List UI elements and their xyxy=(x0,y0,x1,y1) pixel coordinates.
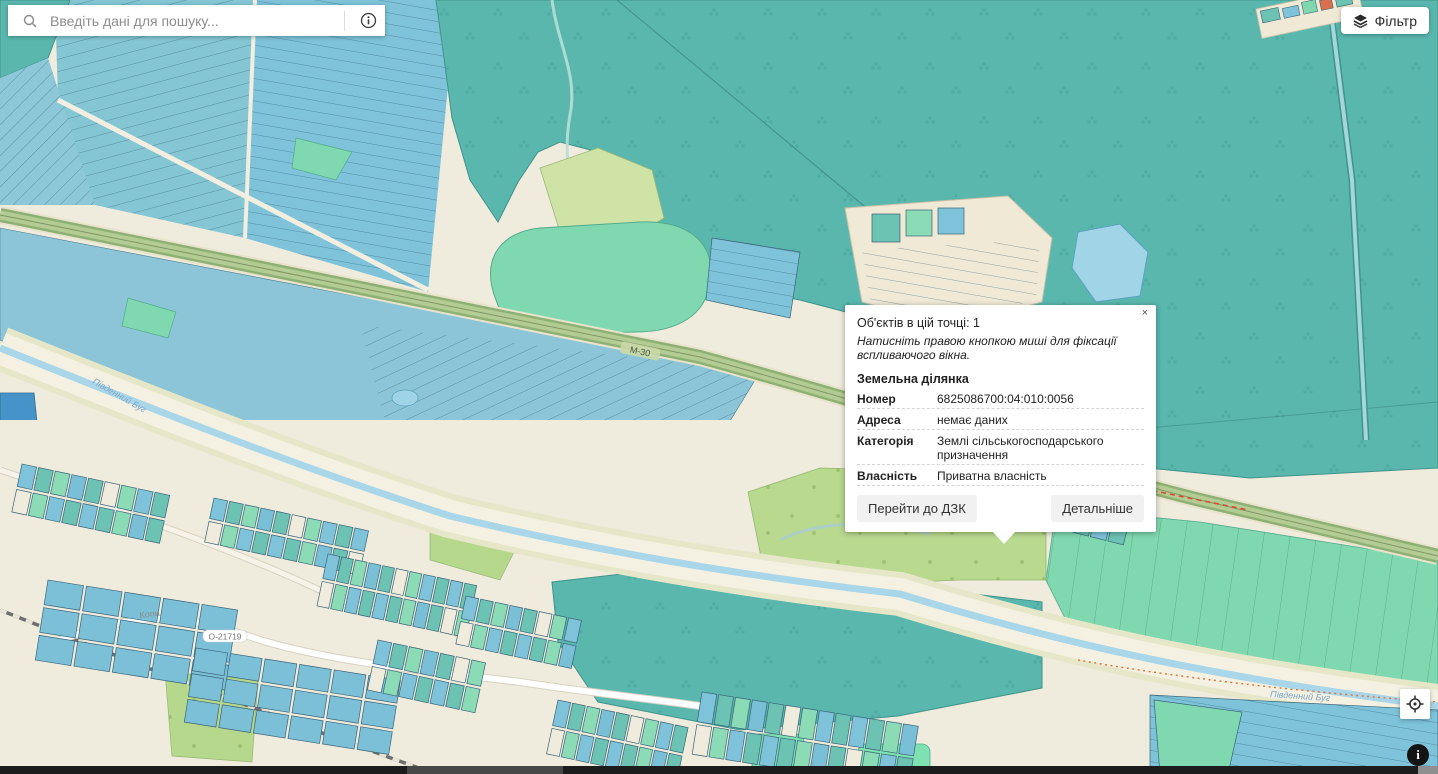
map-canvas[interactable]: М-30 Копи О-21719 Південний Буг Південни… xyxy=(0,0,1438,774)
parcel[interactable] xyxy=(331,670,366,698)
parcel[interactable] xyxy=(117,620,156,650)
field-label: Категорія xyxy=(857,434,937,462)
parcel[interactable] xyxy=(227,653,262,681)
layers-icon xyxy=(1353,14,1368,28)
search-divider xyxy=(344,11,345,31)
parcel[interactable] xyxy=(357,727,392,755)
search-bar xyxy=(8,5,385,36)
parcel[interactable] xyxy=(40,608,79,638)
parcel[interactable] xyxy=(112,648,151,678)
field-label: Адреса xyxy=(857,413,937,427)
parcel[interactable] xyxy=(253,710,288,738)
parcel[interactable] xyxy=(323,721,358,749)
field-row-address: Адреса немає даних xyxy=(857,409,1144,430)
info-icon xyxy=(360,12,377,29)
parcel[interactable] xyxy=(296,664,331,692)
parcel[interactable] xyxy=(78,614,117,644)
parcel[interactable] xyxy=(361,701,396,729)
parcel[interactable] xyxy=(288,716,323,744)
bottom-bar xyxy=(0,766,1438,774)
parcel[interactable] xyxy=(219,705,254,733)
details-button[interactable]: Детальніше xyxy=(1051,495,1144,522)
search-info-button[interactable] xyxy=(351,6,385,36)
parcel[interactable] xyxy=(188,674,223,702)
parcel[interactable] xyxy=(35,635,74,665)
parcel[interactable] xyxy=(327,696,362,724)
info-glyph: i xyxy=(1416,747,1420,763)
parcel-info-popup: × Об'єктів в цій точці: 1 Натисніть прав… xyxy=(845,305,1156,532)
parcel[interactable] xyxy=(257,685,292,713)
section-title: Земельна ділянка xyxy=(857,372,1144,386)
filter-button[interactable]: Фільтр xyxy=(1341,7,1429,34)
parcel[interactable] xyxy=(223,679,258,707)
objects-count-line: Об'єктів в цій точці: 1 xyxy=(857,316,1144,330)
search-icon xyxy=(22,13,38,29)
field-value: немає даних xyxy=(937,413,1144,427)
parcel[interactable] xyxy=(155,626,194,656)
parcel[interactable] xyxy=(160,598,199,628)
search-input[interactable] xyxy=(48,12,338,30)
field-label: Власність xyxy=(857,469,937,483)
popup-hint-line: Натисніть правою кнопкою миші для фіксац… xyxy=(857,334,1144,362)
parcel[interactable] xyxy=(192,648,227,676)
parcel[interactable] xyxy=(262,659,297,687)
geolocate-button[interactable] xyxy=(1400,689,1430,719)
crosshair-icon xyxy=(1406,695,1424,713)
filter-button-label: Фільтр xyxy=(1375,13,1417,29)
bottom-bar-segment-right xyxy=(1418,766,1438,774)
popup-tail xyxy=(993,532,1015,544)
parcel[interactable] xyxy=(151,654,190,684)
parcel[interactable] xyxy=(74,641,113,671)
parcel[interactable] xyxy=(83,586,122,616)
svg-text:О-21719: О-21719 xyxy=(208,632,241,642)
goto-dzk-button[interactable]: Перейти до ДЗК xyxy=(857,495,977,522)
bottom-bar-segment xyxy=(407,766,563,774)
parcel[interactable] xyxy=(184,699,219,727)
field-value: 6825086700:04:010:0056 xyxy=(937,392,1144,406)
field-value: Приватна власність xyxy=(937,469,1144,483)
field-row-number: Номер 6825086700:04:010:0056 xyxy=(857,388,1144,409)
field-value: Землі сільськогосподарського призначення xyxy=(937,434,1144,462)
field-label: Номер xyxy=(857,392,937,406)
parcel[interactable] xyxy=(292,690,327,718)
close-icon[interactable]: × xyxy=(1142,308,1148,319)
field-row-ownership: Власність Приватна власність xyxy=(857,465,1144,486)
cadastral-map-app: М-30 Копи О-21719 Південний Буг Південни… xyxy=(0,0,1438,774)
info-icon[interactable]: i xyxy=(1407,744,1429,766)
road-ref-label: О-21719 xyxy=(203,630,247,642)
parcel[interactable] xyxy=(44,580,83,610)
field-row-category: Категорія Землі сільськогосподарського п… xyxy=(857,430,1144,465)
